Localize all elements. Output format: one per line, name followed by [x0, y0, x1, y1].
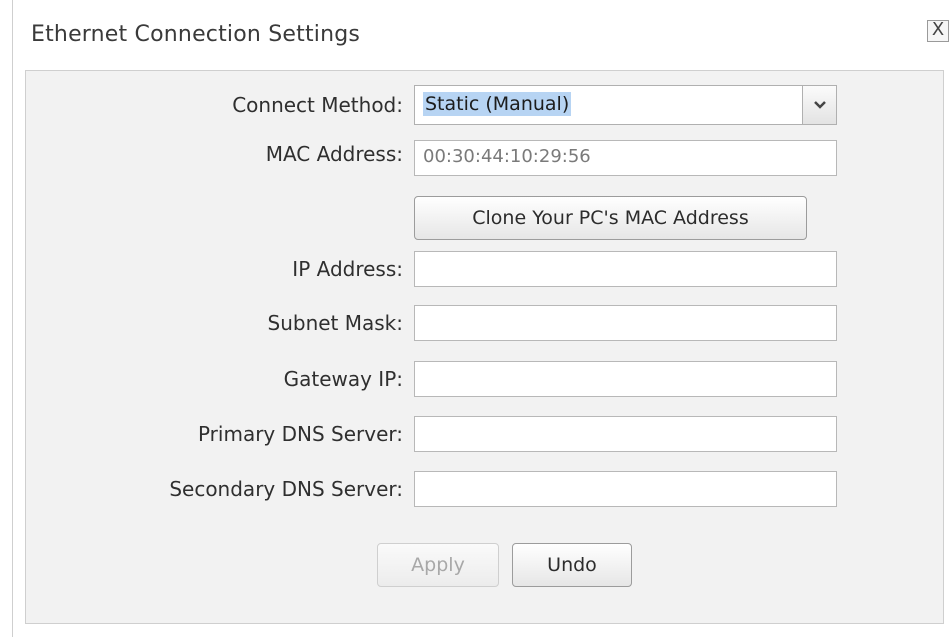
- apply-button[interactable]: Apply: [377, 543, 499, 587]
- mac-address-field: 00:30:44:10:29:56: [414, 140, 837, 176]
- ip-address-row: IP Address:: [26, 251, 945, 289]
- ip-address-label: IP Address:: [292, 257, 403, 281]
- secondary-dns-label: Secondary DNS Server:: [169, 477, 403, 501]
- connect-method-value: Static (Manual): [423, 92, 572, 116]
- connect-method-select[interactable]: Static (Manual): [414, 85, 837, 125]
- close-icon[interactable]: X: [927, 20, 949, 42]
- dialog-title: Ethernet Connection Settings: [31, 22, 361, 47]
- gateway-ip-row: Gateway IP:: [26, 361, 945, 399]
- primary-dns-label: Primary DNS Server:: [197, 422, 403, 446]
- ethernet-settings-dialog: Ethernet Connection Settings X Connect M…: [12, 0, 952, 637]
- ip-address-input[interactable]: [414, 251, 837, 287]
- subnet-mask-input[interactable]: [414, 305, 837, 341]
- primary-dns-row: Primary DNS Server:: [26, 416, 945, 454]
- connect-method-label: Connect Method:: [232, 93, 403, 117]
- subnet-mask-label: Subnet Mask:: [267, 311, 404, 335]
- clone-mac-button[interactable]: Clone Your PC's MAC Address: [414, 196, 807, 240]
- chevron-down-icon[interactable]: [802, 86, 836, 124]
- dialog-titlebar: Ethernet Connection Settings X: [13, 0, 952, 70]
- settings-panel: Connect Method: Static (Manual) MAC Addr…: [25, 70, 944, 624]
- secondary-dns-input[interactable]: [414, 471, 837, 507]
- secondary-dns-row: Secondary DNS Server:: [26, 471, 945, 509]
- undo-button[interactable]: Undo: [512, 543, 632, 587]
- gateway-ip-label: Gateway IP:: [283, 367, 403, 391]
- mac-address-row: MAC Address: 00:30:44:10:29:56: [26, 140, 945, 178]
- mac-address-label: MAC Address:: [265, 142, 403, 166]
- connect-method-row: Connect Method: Static (Manual): [26, 85, 945, 125]
- gateway-ip-input[interactable]: [414, 361, 837, 397]
- primary-dns-input[interactable]: [414, 416, 837, 452]
- subnet-mask-row: Subnet Mask:: [26, 305, 945, 343]
